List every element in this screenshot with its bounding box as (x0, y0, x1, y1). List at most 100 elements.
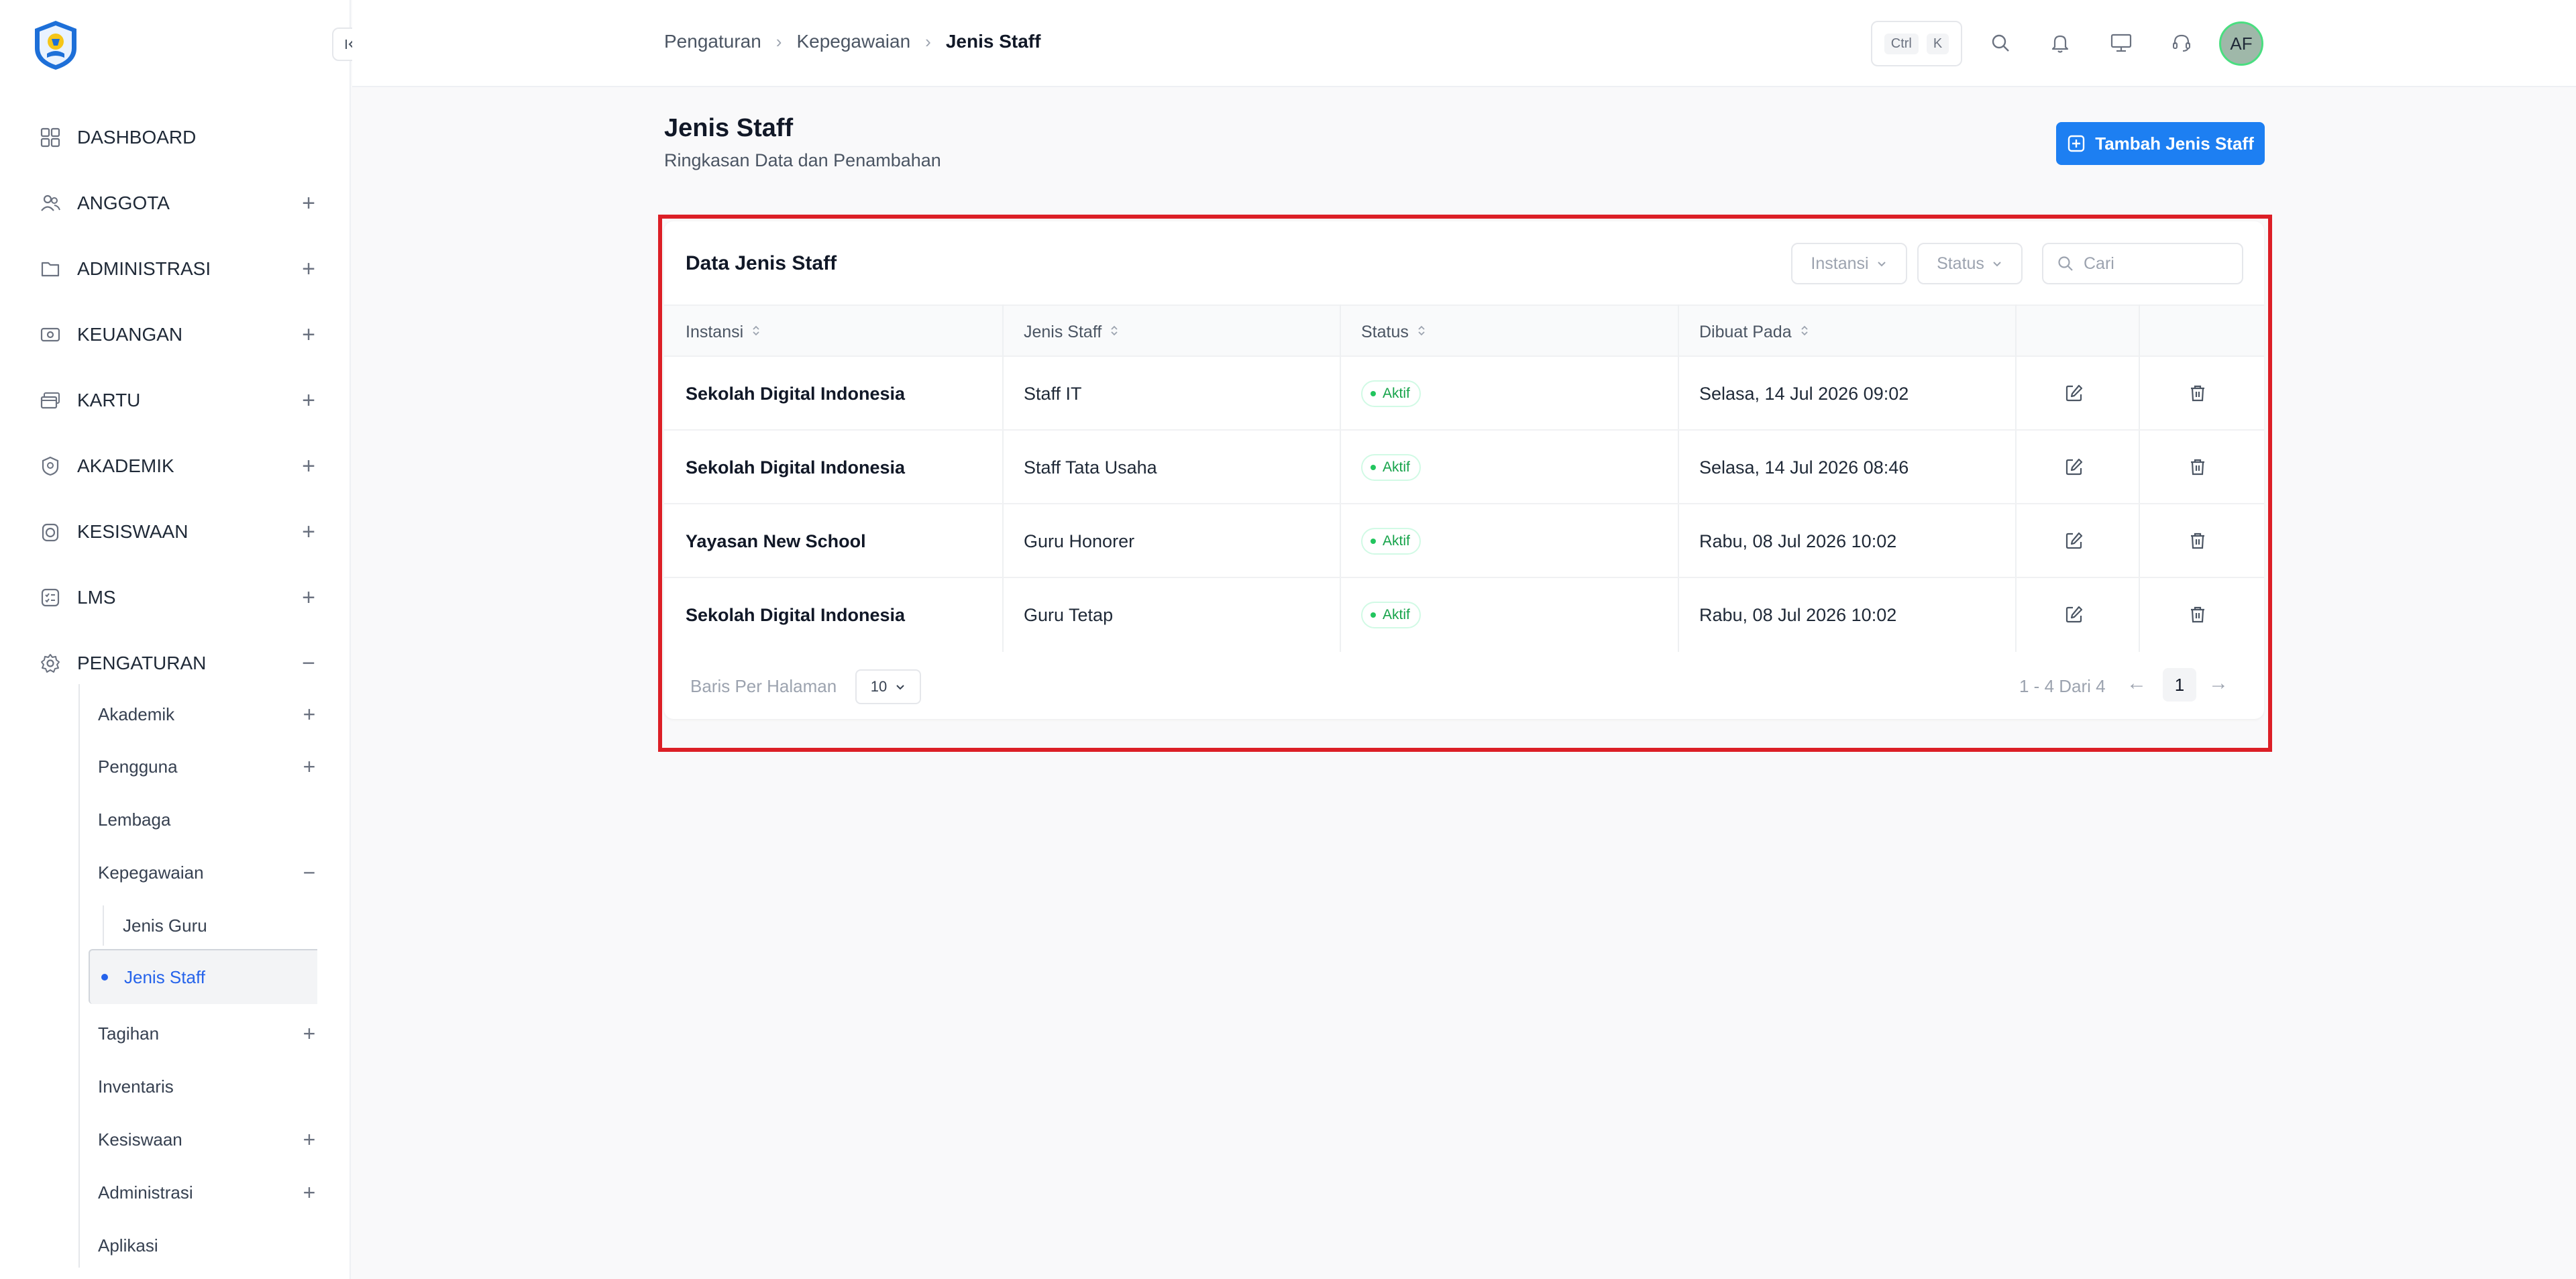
sidebar-item-kesiswaan[interactable]: KESISWAAN + (37, 512, 319, 552)
trash-icon[interactable] (2186, 529, 2210, 553)
plus-square-icon (2068, 135, 2085, 152)
submenu-item-label: Jenis Guru (123, 915, 207, 936)
search-icon[interactable] (1987, 30, 2014, 56)
submenu-item-administrasi[interactable]: Administrasi + (98, 1173, 319, 1212)
expand-toggle: + (302, 518, 315, 545)
cell-status: Aktif (1361, 357, 1421, 431)
support-headset-icon[interactable] (2168, 30, 2195, 56)
status-badge: Aktif (1361, 454, 1421, 481)
submenu-guide-line (78, 684, 80, 1268)
breadcrumb-current: Jenis Staff (945, 31, 1041, 52)
expand-toggle: + (302, 453, 315, 479)
expand-toggle: + (302, 321, 315, 347)
table-row: Sekolah Digital Indonesia Staff Tata Usa… (664, 431, 2264, 504)
column-header-dibuat-pada[interactable]: Dibuat Pada (1699, 306, 1809, 358)
add-jenis-staff-button[interactable]: Tambah Jenis Staff (2056, 122, 2265, 165)
edit-icon[interactable] (2062, 381, 2086, 405)
table-row: Sekolah Digital Indonesia Staff IT Aktif… (664, 357, 2264, 431)
camera-icon (37, 518, 64, 545)
submenu-item-pengguna[interactable]: Pengguna + (98, 747, 319, 786)
sidebar-item-kartu[interactable]: KARTU + (37, 380, 319, 421)
bell-icon[interactable] (2047, 30, 2074, 56)
sidebar-item-label: DASHBOARD (77, 127, 197, 148)
column-header-jenis-staff[interactable]: Jenis Staff (1024, 306, 1119, 358)
rows-per-page-select[interactable]: 10 (855, 669, 921, 704)
submenu-item-aplikasi[interactable]: Aplikasi (98, 1226, 319, 1265)
sidebar-item-label: PENGATURAN (77, 653, 207, 673)
edit-icon[interactable] (2062, 529, 2086, 553)
add-button-label: Tambah Jenis Staff (2095, 133, 2254, 154)
sidebar-item-anggota[interactable]: ANGGOTA + (37, 183, 319, 223)
dashboard-icon (37, 124, 64, 151)
rows-per-page-value: 10 (870, 678, 888, 695)
sidebar: DASHBOARD ANGGOTA + ADMINISTRASI + KEUAN… (0, 0, 368, 1279)
edit-icon[interactable] (2062, 455, 2086, 479)
sidebar-item-label: ADMINISTRASI (77, 258, 211, 279)
table-header: Instansi Jenis Staff Status Dibuat Pada (664, 304, 2264, 357)
collapse-toggle: − (302, 650, 315, 676)
chevron-down-icon (896, 685, 904, 690)
sidebar-item-pengaturan[interactable]: PENGATURAN − (37, 643, 319, 683)
submenu-item-lembaga[interactable]: Lembaga (98, 800, 319, 839)
card-title: Data Jenis Staff (686, 252, 837, 274)
sort-icon (1417, 323, 1426, 342)
submenu-item-tagihan[interactable]: Tagihan + (98, 1014, 319, 1053)
chevron-down-icon (1993, 262, 2001, 267)
cell-status: Aktif (1361, 504, 1421, 578)
cell-jenis-staff: Staff Tata Usaha (1024, 457, 1157, 478)
gear-icon (37, 650, 64, 677)
expand-toggle: + (303, 1127, 316, 1152)
filter-status-dropdown[interactable]: Status (1917, 243, 2023, 284)
column-header-instansi[interactable]: Instansi (686, 306, 761, 358)
breadcrumb-item[interactable]: Kepegawaian (796, 31, 910, 52)
sidebar-item-lms[interactable]: LMS + (37, 577, 319, 618)
trash-icon[interactable] (2186, 455, 2210, 479)
active-indicator-dot (101, 974, 108, 981)
sidebar-item-administrasi[interactable]: ADMINISTRASI + (37, 249, 319, 289)
command-shortcut-button[interactable]: Ctrl K (1871, 21, 1962, 66)
trash-icon[interactable] (2186, 381, 2210, 405)
user-avatar[interactable]: AF (2219, 21, 2263, 66)
submenu-item-label: Kepegawaian (98, 862, 204, 883)
submenu-item-jenis-staff[interactable]: Jenis Staff (89, 949, 317, 1004)
search-input[interactable]: Cari (2042, 243, 2243, 284)
page-number-button[interactable]: 1 (2163, 668, 2196, 702)
users-icon (37, 190, 64, 217)
submenu-item-inventaris[interactable]: Inventaris (98, 1067, 319, 1106)
cell-dibuat-pada: Rabu, 08 Jul 2026 10:02 (1699, 604, 1897, 625)
column-header-label: Dibuat Pada (1699, 322, 1792, 341)
cell-instansi: Sekolah Digital Indonesia (686, 457, 906, 478)
cell-jenis-staff: Staff IT (1024, 383, 1082, 404)
app-logo[interactable] (30, 19, 82, 71)
submenu-item-label: Akademik (98, 704, 175, 724)
sidebar-item-akademik[interactable]: AKADEMIK + (37, 446, 319, 486)
status-dot (1371, 539, 1376, 544)
prev-page-arrow-icon[interactable]: ← (2127, 672, 2147, 695)
status-badge: Aktif (1361, 380, 1421, 407)
kbd-ctrl: Ctrl (1884, 33, 1919, 54)
submenu-item-kesiswaan[interactable]: Kesiswaan + (98, 1120, 319, 1159)
submenu-item-jenis-guru[interactable]: Jenis Guru (123, 906, 207, 945)
filter-instansi-dropdown[interactable]: Instansi (1791, 243, 1907, 284)
submenu-item-akademik[interactable]: Akademik + (98, 695, 319, 734)
submenu-item-label: Administrasi (98, 1182, 193, 1203)
monitor-icon[interactable] (2108, 30, 2135, 56)
submenu-item-label: Pengguna (98, 756, 178, 777)
breadcrumb-item[interactable]: Pengaturan (664, 31, 761, 52)
filter-label: Instansi (1811, 254, 1869, 273)
money-icon (37, 321, 64, 348)
breadcrumb: Pengaturan › Kepegawaian › Jenis Staff (664, 31, 1040, 52)
submenu-item-label: Lembaga (98, 809, 171, 830)
trash-icon[interactable] (2186, 602, 2210, 626)
sidebar-item-dashboard[interactable]: DASHBOARD (37, 117, 319, 158)
submenu-item-kepegawaian[interactable]: Kepegawaian − (98, 853, 319, 892)
edit-icon[interactable] (2062, 602, 2086, 626)
folder-icon (37, 256, 64, 282)
next-page-arrow-icon[interactable]: → (2208, 672, 2229, 695)
sidebar-item-keuangan[interactable]: KEUANGAN + (37, 315, 319, 355)
submenu-item-label: Inventaris (98, 1076, 174, 1097)
sort-icon (1110, 323, 1119, 342)
submenu-item-label: Kesiswaan (98, 1129, 182, 1150)
expand-toggle: + (303, 1180, 316, 1205)
column-header-status[interactable]: Status (1361, 306, 1426, 358)
